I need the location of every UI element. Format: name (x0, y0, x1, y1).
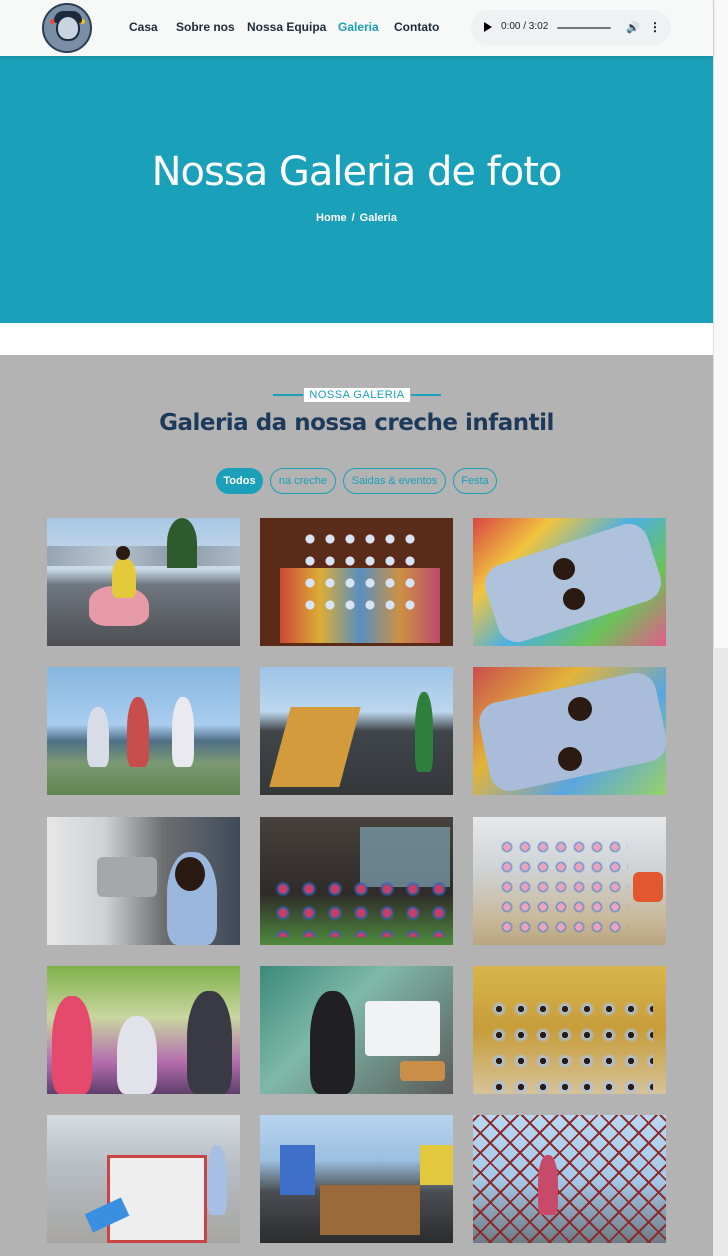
filter-saidas-eventos[interactable]: Saidas & eventos (343, 468, 446, 494)
gallery-photo[interactable] (47, 817, 240, 945)
photo-giraffe-slide (269, 707, 361, 787)
photo-palm-tree (167, 518, 197, 568)
gallery-photo[interactable] (47, 518, 240, 646)
photo-child-head (175, 857, 205, 891)
photo-child (538, 1155, 558, 1215)
breadcrumb: Home / Galeria (0, 212, 713, 224)
filter-na-creche[interactable]: na creche (270, 468, 336, 494)
audio-player: 0:00 / 3:02 🔊 ⋮ (471, 10, 671, 45)
photo-children-group (270, 877, 450, 937)
gallery-photo[interactable] (473, 966, 666, 1094)
gallery-photo[interactable] (260, 667, 453, 795)
photo-children-lying (475, 669, 666, 795)
breadcrumb-separator: / (351, 212, 355, 224)
photo-child (112, 558, 136, 598)
photo-rope-net (473, 1115, 666, 1243)
page-title: Nossa Galeria de foto (151, 149, 563, 195)
logo-face (56, 15, 80, 41)
hero-banner: Nossa Galeria de foto Home / Galeria (0, 56, 713, 323)
photo-play-structure (420, 1145, 453, 1185)
gallery-photo[interactable] (260, 1115, 453, 1243)
photo-children-group (300, 528, 420, 618)
gallery-photo[interactable] (473, 817, 666, 945)
nav-item-nossa-equipa[interactable]: Nossa Equipa (247, 20, 326, 34)
gallery-photo[interactable] (260, 966, 453, 1094)
kicker-line-right (411, 394, 441, 396)
gallery-photo[interactable] (260, 817, 453, 945)
filter-todos[interactable]: Todos (216, 468, 263, 494)
filter-festa[interactable]: Festa (453, 468, 497, 494)
site-header: Casa Sobre nos Nossa Equipa Galeria Cont… (0, 0, 713, 56)
photo-whiteboard (365, 1001, 440, 1056)
photo-child (172, 697, 194, 767)
audio-time: 0:00 / 3:02 (501, 21, 549, 32)
photo-child-head (568, 697, 592, 721)
photo-child (127, 697, 149, 767)
photo-children-group (488, 996, 653, 1094)
photo-child-head (553, 558, 575, 580)
gallery-photo[interactable] (47, 1115, 240, 1243)
breadcrumb-current: Galeria (359, 212, 397, 224)
kicker-line-left (273, 394, 303, 396)
photo-child-head (563, 588, 585, 610)
scrollbar-thumb[interactable] (713, 0, 728, 648)
photo-child (117, 1016, 157, 1094)
gallery-photo[interactable] (47, 667, 240, 795)
photo-child-head (558, 747, 582, 771)
section-divider (0, 323, 713, 355)
gallery-photo[interactable] (473, 1115, 666, 1243)
nav-item-contato[interactable]: Contato (394, 20, 439, 34)
gallery-photo[interactable] (260, 518, 453, 646)
photo-city-skyline (47, 546, 240, 566)
gallery-photo[interactable] (473, 667, 666, 795)
gallery-photo[interactable] (473, 518, 666, 646)
photo-wooden-ramp (320, 1185, 420, 1235)
breadcrumb-home-link[interactable]: Home (316, 212, 347, 224)
site-logo[interactable] (42, 3, 92, 53)
photo-adult (415, 692, 433, 772)
audio-progress-track[interactable] (557, 27, 611, 29)
photo-slide (633, 872, 663, 902)
gallery-kicker: NOSSA GALERIA (273, 388, 441, 402)
photo-table (400, 1061, 445, 1081)
more-options-icon[interactable]: ⋮ (649, 20, 661, 34)
nav-item-galeria[interactable]: Galeria (338, 20, 379, 34)
photo-children-lying (479, 518, 666, 646)
gallery-title: Galeria da nossa creche infantil (159, 410, 554, 436)
photo-children-group (498, 837, 628, 937)
nav-item-casa[interactable]: Casa (129, 20, 158, 34)
photo-play-structure (280, 1145, 315, 1195)
photo-child-head (116, 546, 130, 560)
photo-sink (97, 857, 157, 897)
photo-adult (310, 991, 355, 1094)
nav-item-sobre-nos[interactable]: Sobre nos (176, 20, 235, 34)
kicker-label: NOSSA GALERIA (304, 388, 410, 402)
volume-icon[interactable]: 🔊 (626, 21, 640, 34)
photo-child (207, 1145, 227, 1215)
play-icon[interactable] (484, 22, 492, 32)
photo-child (52, 996, 92, 1094)
gallery-photo[interactable] (47, 966, 240, 1094)
photo-child (187, 991, 232, 1094)
photo-child (87, 707, 109, 767)
